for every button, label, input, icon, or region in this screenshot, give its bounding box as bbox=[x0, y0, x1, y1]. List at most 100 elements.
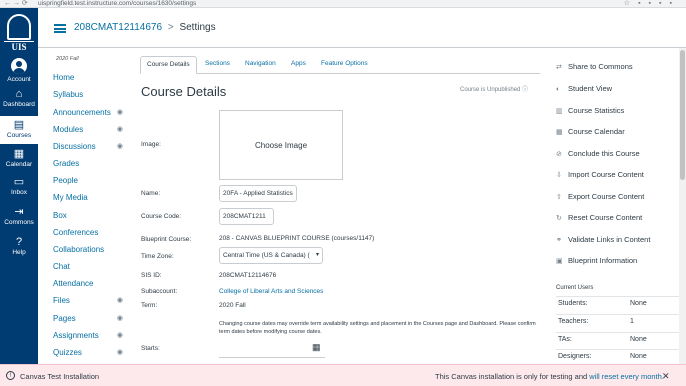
course-nav-modules[interactable]: Modules ◉ bbox=[53, 125, 123, 134]
inbox-icon: ▭ bbox=[13, 176, 25, 188]
page-scrollbar[interactable] bbox=[679, 48, 686, 364]
course-nav-my-media[interactable]: My Media bbox=[53, 193, 123, 202]
export-icon: ⇧ bbox=[556, 194, 562, 201]
course-nav-assignments[interactable]: Assignments ◉ bbox=[53, 331, 123, 340]
course-nav-announcements[interactable]: Announcements ◉ bbox=[53, 108, 123, 117]
choose-image-button[interactable]: Choose Image bbox=[219, 110, 343, 180]
sis-id-label: SIS ID: bbox=[141, 272, 162, 279]
dashboard-icon: ⌂ bbox=[15, 88, 23, 100]
info-icon: ⓘ bbox=[522, 87, 529, 93]
course-statistics-button[interactable]: ▥ Course Statistics bbox=[556, 106, 682, 124]
term-dates-note: Changing course dates may override term … bbox=[219, 321, 536, 335]
course-code-input[interactable]: 208CMAT1211 bbox=[219, 208, 274, 225]
import-content-button[interactable]: ⇩ Import Course Content bbox=[556, 170, 682, 188]
settings-tabs: Course Details Sections Navigation Apps … bbox=[140, 56, 540, 74]
breadcrumb-separator: > bbox=[167, 22, 174, 33]
time-zone-select[interactable]: Central Time (US & Canada) (▾ bbox=[219, 247, 323, 264]
course-nav-collaborations[interactable]: Collaborations bbox=[53, 245, 123, 254]
browser-extension-icons[interactable]: ☆▪▪▪▪ bbox=[624, 0, 680, 7]
starts-label: Starts: bbox=[141, 345, 160, 352]
scrollbar-thumb[interactable] bbox=[680, 50, 685, 180]
nav-account[interactable]: Account bbox=[0, 58, 38, 83]
test-installation-banner: ! Canvas Test Installation This Canvas i… bbox=[0, 364, 686, 386]
avatar bbox=[11, 58, 27, 74]
image-label: Image: bbox=[141, 141, 161, 148]
nav-dashboard[interactable]: ⌂ Dashboard bbox=[0, 88, 38, 108]
course-nav-box[interactable]: Box bbox=[53, 211, 123, 220]
tab-navigation[interactable]: Navigation bbox=[245, 60, 276, 67]
breadcrumb-course[interactable]: 208CMAT12114676 bbox=[74, 22, 162, 33]
calendar-icon[interactable]: ▦ bbox=[312, 342, 321, 353]
import-icon: ⇩ bbox=[556, 172, 562, 179]
nav-commons[interactable]: ⇥ Commons bbox=[0, 206, 38, 226]
course-name-input[interactable]: 20FA - Applied Statistics bbox=[219, 185, 297, 202]
banner-message: This Canvas installation is only for tes… bbox=[435, 372, 664, 381]
statistics-icon: ▥ bbox=[556, 108, 563, 115]
export-content-button[interactable]: ⇧ Export Course Content bbox=[556, 192, 682, 210]
warning-icon: ! bbox=[6, 371, 15, 380]
tab-course-details[interactable]: Course Details bbox=[140, 56, 197, 74]
blueprint-information-button[interactable]: ▣ Blueprint Information bbox=[556, 256, 682, 274]
course-code-label: Course Code: bbox=[141, 213, 182, 220]
chevron-down-icon: ▾ bbox=[315, 252, 319, 258]
browser-back-icon[interactable]: ← → ⟳ bbox=[4, 0, 28, 7]
term-label: 2020 Fall bbox=[56, 56, 79, 62]
sis-id-value: 208CMAT12114676 bbox=[219, 272, 277, 279]
hidden-eye-icon: ◉ bbox=[116, 143, 123, 150]
course-header: 208CMAT12114676 > Settings bbox=[38, 8, 686, 48]
commons-icon: ⇥ bbox=[14, 206, 24, 218]
breadcrumb: 208CMAT12114676 > Settings bbox=[74, 22, 216, 33]
capitol-dome-icon bbox=[7, 14, 31, 40]
course-nav-pages[interactable]: Pages ◉ bbox=[53, 314, 123, 323]
course-nav-conferences[interactable]: Conferences bbox=[53, 228, 123, 237]
course-nav-people[interactable]: People bbox=[53, 176, 123, 185]
start-date-input[interactable] bbox=[219, 341, 325, 358]
address-bar[interactable]: uispringfield.test.instructure.com/cours… bbox=[38, 0, 196, 7]
course-nav-files[interactable]: Files ◉ bbox=[53, 296, 123, 305]
share-icon: ⇄ bbox=[556, 64, 562, 71]
hidden-eye-icon: ◉ bbox=[116, 126, 123, 133]
help-icon: ? bbox=[15, 236, 23, 248]
student-view-button[interactable]: ◐ Student View bbox=[556, 84, 682, 102]
nav-calendar[interactable]: ▦ Calendar bbox=[0, 148, 38, 168]
breadcrumb-current: Settings bbox=[179, 22, 216, 33]
nav-inbox[interactable]: ▭ Inbox bbox=[0, 176, 38, 196]
tab-apps[interactable]: Apps bbox=[291, 60, 306, 67]
user-count-row: Designers: None bbox=[556, 349, 682, 364]
course-calendar-button[interactable]: ▦ Course Calendar bbox=[556, 127, 682, 145]
subaccount-label: Subaccount: bbox=[141, 288, 178, 295]
course-nav-discussions[interactable]: Discussions ◉ bbox=[53, 142, 123, 151]
course-nav-home[interactable]: Home bbox=[53, 73, 123, 82]
page-title: Course Details bbox=[141, 84, 227, 99]
global-navigation: UIS Account ⌂ Dashboard ▤ Courses ▦ Cale… bbox=[0, 8, 38, 364]
validate-links-button[interactable]: ⚭ Validate Links in Content bbox=[556, 235, 682, 253]
course-nav-grades[interactable]: Grades bbox=[53, 159, 123, 168]
course-nav-chat[interactable]: Chat bbox=[53, 262, 123, 271]
term-value: 2020 Fall bbox=[219, 302, 246, 309]
blueprint-icon: ▣ bbox=[556, 258, 563, 265]
tab-feature-options[interactable]: Feature Options bbox=[321, 60, 368, 67]
close-icon[interactable]: ✕ bbox=[662, 371, 670, 382]
course-nav-syllabus[interactable]: Syllabus bbox=[53, 90, 123, 99]
calendar-icon: ▦ bbox=[556, 129, 563, 136]
course-nav-attendance[interactable]: Attendance bbox=[53, 279, 123, 288]
university-logo[interactable]: UIS bbox=[4, 14, 34, 54]
hamburger-menu-icon[interactable] bbox=[54, 24, 66, 33]
hidden-eye-icon: ◉ bbox=[116, 332, 123, 339]
browser-bar: ← → ⟳ uispringfield.test.instructure.com… bbox=[0, 0, 686, 8]
tab-sections[interactable]: Sections bbox=[205, 60, 230, 67]
reset-content-button[interactable]: ↻ Reset Course Content bbox=[556, 213, 682, 231]
conclude-icon: ⊘ bbox=[556, 151, 562, 158]
nav-help[interactable]: ? Help bbox=[0, 236, 38, 256]
share-to-commons-button[interactable]: ⇄ Share to Commons bbox=[556, 62, 682, 80]
nav-courses[interactable]: ▤ Courses bbox=[0, 116, 38, 144]
user-count-row: Teachers: 1 bbox=[556, 314, 682, 331]
banner-link[interactable]: will reset every month. bbox=[589, 372, 664, 381]
course-nav-quizzes[interactable]: Quizzes ◉ bbox=[53, 348, 123, 357]
hidden-eye-icon: ◉ bbox=[116, 297, 123, 304]
conclude-course-button[interactable]: ⊘ Conclude this Course bbox=[556, 149, 682, 167]
subaccount-link[interactable]: College of Liberal Arts and Sciences bbox=[219, 288, 323, 295]
link-icon: ⚭ bbox=[556, 237, 562, 244]
publish-status: Course is Unpublished ⓘ bbox=[460, 87, 529, 93]
time-zone-label: Time Zone: bbox=[141, 253, 174, 260]
